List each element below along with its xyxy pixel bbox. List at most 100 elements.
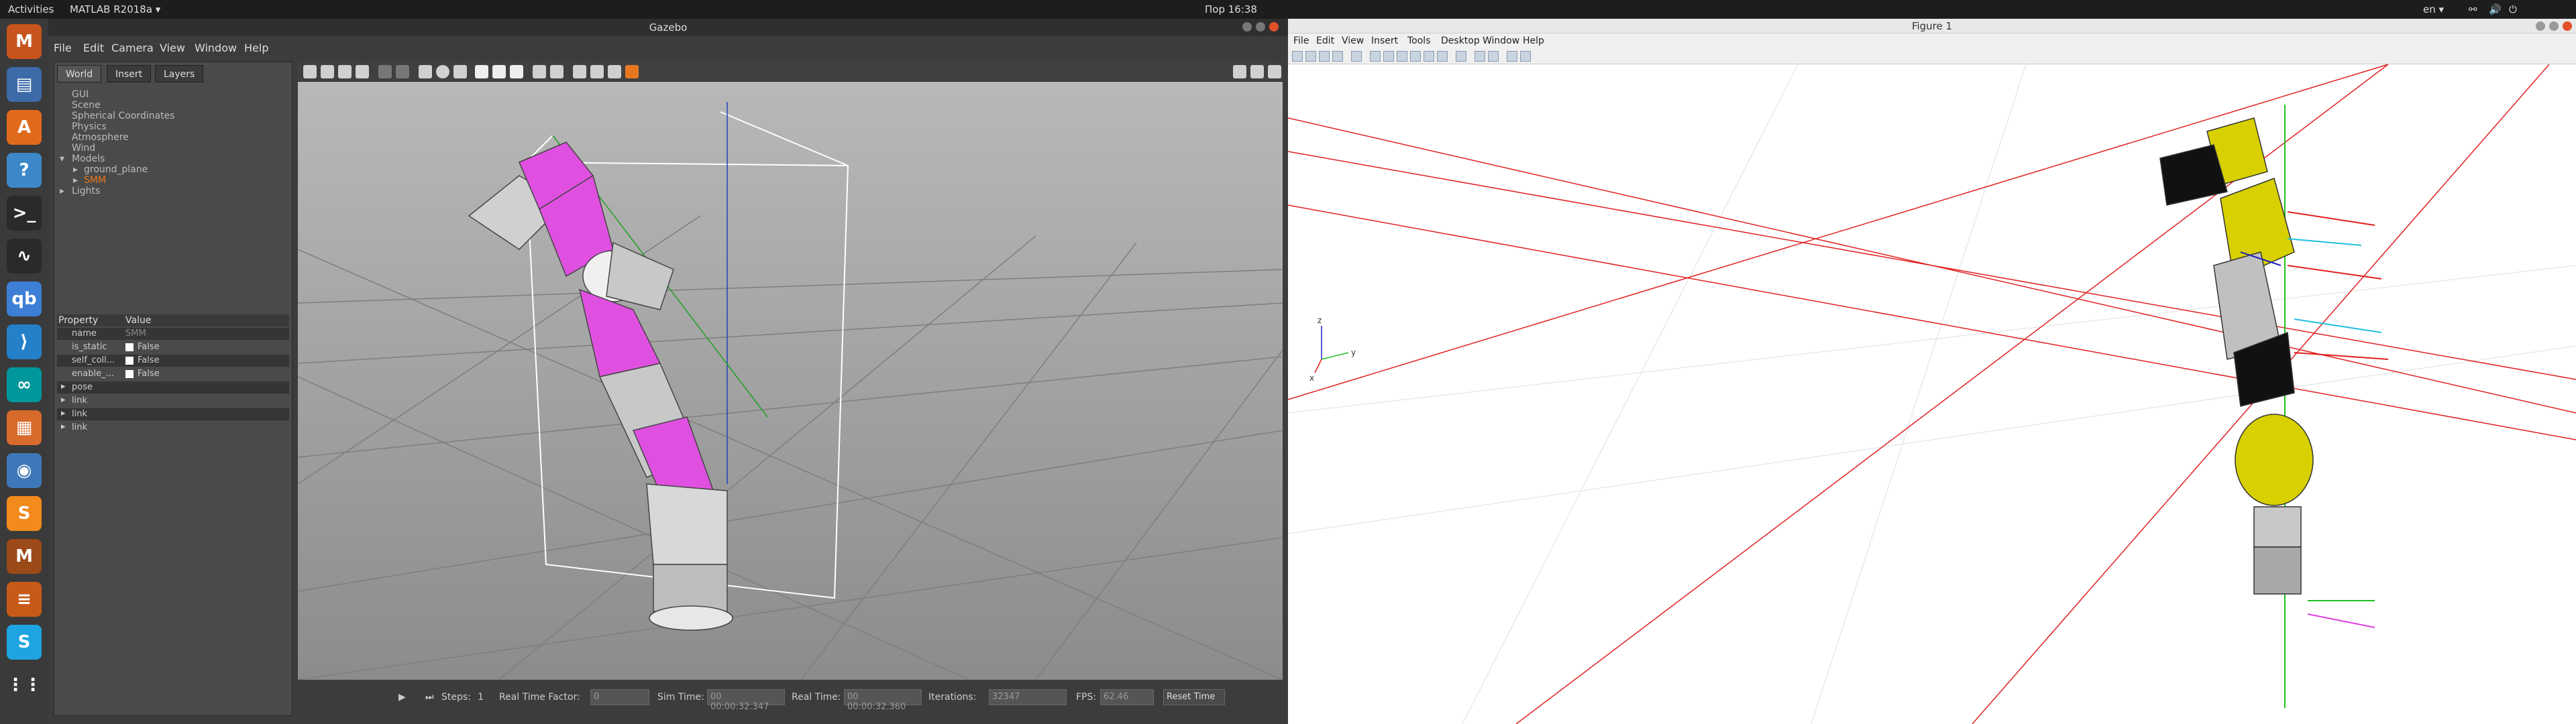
expand-icon[interactable]: ▸ <box>61 395 66 405</box>
tree-expand-icon[interactable]: ▾ <box>60 154 64 164</box>
expand-icon[interactable]: ▸ <box>61 381 66 391</box>
table-row[interactable]: enable_... False <box>57 368 289 380</box>
vscode-icon[interactable]: ⟩ <box>7 324 42 359</box>
point-light-icon[interactable] <box>475 65 488 78</box>
tree-expand-icon[interactable]: ▸ <box>73 164 78 175</box>
snap-icon[interactable] <box>590 65 604 78</box>
undo-icon[interactable] <box>378 65 392 78</box>
record-icon[interactable] <box>1268 65 1281 78</box>
menu-insert[interactable]: Insert <box>1371 36 1398 46</box>
tree-expand-icon[interactable]: ▸ <box>60 186 64 196</box>
tree-item[interactable]: Spherical Coordinates <box>72 111 175 121</box>
table-row[interactable]: is_static False <box>57 341 289 353</box>
table-row[interactable]: ▸ link <box>57 408 289 420</box>
tab-layers[interactable]: Layers <box>155 65 204 82</box>
menu-edit[interactable]: Edit <box>83 42 104 54</box>
qbittorrent-icon[interactable]: qb <box>7 282 42 316</box>
table-row[interactable]: self_coll... False <box>57 355 289 367</box>
hide-tools-icon[interactable] <box>1507 51 1517 62</box>
power-icon[interactable]: ⏻ <box>2509 3 2517 15</box>
table-row[interactable]: ▸ link <box>57 422 289 434</box>
clock[interactable]: Пор 16:38 <box>1205 3 1257 15</box>
scale-mode-icon[interactable] <box>356 65 369 78</box>
print-icon[interactable] <box>1332 51 1343 62</box>
menu-edit[interactable]: Edit <box>1316 36 1334 46</box>
checkbox[interactable] <box>125 370 133 378</box>
tree-item-lights[interactable]: Lights <box>72 186 100 196</box>
software-icon[interactable]: A <box>7 110 42 145</box>
steps-value[interactable]: 1 <box>478 692 484 703</box>
volume-icon[interactable]: 🔊 <box>2489 3 2502 15</box>
apps-grid-icon[interactable]: ⋮⋮ <box>7 668 42 703</box>
paste-icon[interactable] <box>550 65 564 78</box>
maximize-icon[interactable] <box>2549 21 2559 31</box>
tree-item-ground-plane[interactable]: ground_plane <box>84 164 148 175</box>
menu-view[interactable]: View <box>1342 36 1364 46</box>
rotate-mode-icon[interactable] <box>338 65 352 78</box>
link-icon[interactable] <box>1456 51 1466 62</box>
box-shape-icon[interactable] <box>419 65 432 78</box>
cylinder-shape-icon[interactable] <box>453 65 467 78</box>
monitor-icon[interactable]: ∿ <box>7 239 42 274</box>
legend-icon[interactable] <box>1488 51 1499 62</box>
zoom-in-icon[interactable] <box>1370 51 1381 62</box>
colorbar-icon[interactable] <box>1474 51 1485 62</box>
activities-button[interactable]: Activities <box>8 3 54 15</box>
checkbox[interactable] <box>125 343 133 351</box>
menu-file[interactable]: File <box>1293 36 1309 46</box>
minimize-icon[interactable] <box>1242 22 1252 32</box>
table-row[interactable]: name SMM <box>57 328 289 340</box>
show-tools-icon[interactable] <box>1520 51 1531 62</box>
brush-icon[interactable] <box>1437 51 1448 62</box>
new-figure-icon[interactable] <box>1292 51 1303 62</box>
translate-mode-icon[interactable] <box>321 65 334 78</box>
expand-icon[interactable]: ▸ <box>61 408 66 418</box>
reset-time-button[interactable]: Reset Time <box>1163 689 1225 705</box>
sublime-icon[interactable]: S <box>7 496 42 531</box>
spot-light-icon[interactable] <box>492 65 506 78</box>
menu-camera[interactable]: Camera <box>111 42 154 54</box>
redo-icon[interactable] <box>396 65 409 78</box>
matlab-icon[interactable]: M <box>7 24 42 59</box>
tree-item[interactable]: Wind <box>72 143 95 154</box>
menu-file[interactable]: File <box>54 42 72 54</box>
table-row[interactable]: ▸ link <box>57 395 289 407</box>
stack-icon[interactable]: ≡ <box>7 582 42 617</box>
menu-view[interactable]: View <box>160 42 185 54</box>
tree-item[interactable]: Atmosphere <box>72 132 129 143</box>
menu-help[interactable]: Help <box>1523 36 1544 46</box>
copy-icon[interactable] <box>533 65 546 78</box>
matlab2-icon[interactable]: M <box>7 539 42 574</box>
screenshot-icon[interactable] <box>1233 65 1246 78</box>
menu-help[interactable]: Help <box>244 42 268 54</box>
tree-item[interactable]: Physics <box>72 121 107 132</box>
tree-item[interactable]: GUI <box>72 89 89 100</box>
maximize-icon[interactable] <box>1256 22 1265 32</box>
directional-light-icon[interactable] <box>510 65 523 78</box>
checkbox[interactable] <box>125 357 133 365</box>
step-icon[interactable]: ⏭ <box>425 692 434 703</box>
expand-icon[interactable]: ▸ <box>61 422 66 432</box>
menu-tools[interactable]: Tools <box>1407 36 1431 46</box>
network-icon[interactable]: ⚯ <box>2469 3 2477 15</box>
arduino-icon[interactable]: ∞ <box>7 367 42 402</box>
figure-axes[interactable]: z y x <box>1288 64 2576 724</box>
rotate-3d-icon[interactable] <box>1410 51 1421 62</box>
data-cursor-icon[interactable] <box>1424 51 1434 62</box>
tree-item[interactable]: Scene <box>72 100 101 111</box>
play-icon[interactable]: ▶ <box>398 692 406 703</box>
3d-viewport[interactable] <box>298 82 1283 680</box>
help-icon[interactable]: ? <box>7 153 42 188</box>
terminal-icon[interactable]: >_ <box>7 196 42 231</box>
tree-item-smm[interactable]: SMM <box>84 175 106 186</box>
select-mode-icon[interactable] <box>303 65 317 78</box>
sphere-shape-icon[interactable] <box>436 65 449 78</box>
close-icon[interactable] <box>1269 22 1279 32</box>
table-row[interactable]: ▸ pose <box>57 381 289 394</box>
log-icon[interactable] <box>1250 65 1264 78</box>
save-icon[interactable] <box>1319 51 1330 62</box>
zoom-out-icon[interactable] <box>1383 51 1394 62</box>
menu-desktop[interactable]: Desktop <box>1441 36 1480 46</box>
remmina-icon[interactable]: ◉ <box>7 453 42 488</box>
open-icon[interactable] <box>1305 51 1316 62</box>
